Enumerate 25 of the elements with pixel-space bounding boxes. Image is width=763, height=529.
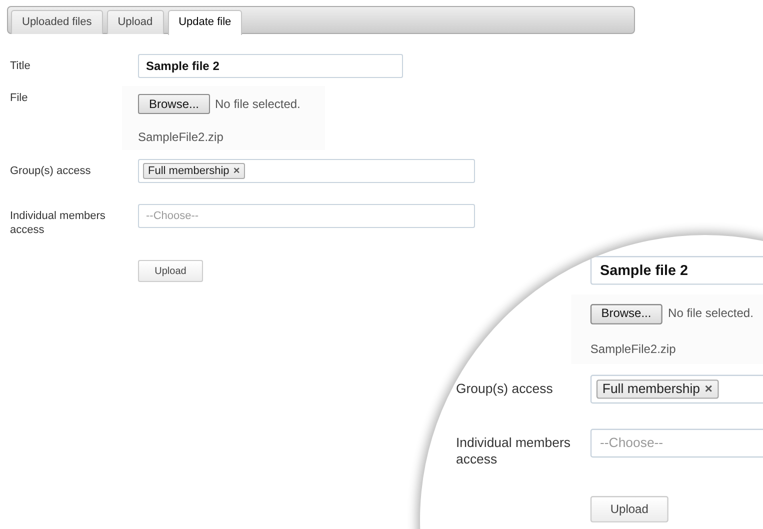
upload-button[interactable]: Upload bbox=[590, 496, 668, 522]
field-label: Individual members access bbox=[10, 209, 106, 237]
field-label: Title bbox=[10, 59, 32, 73]
tag-text: Full membership bbox=[148, 165, 230, 177]
title-field[interactable]: Sample file 2 bbox=[138, 54, 403, 78]
file-status: No file selected. bbox=[668, 308, 754, 321]
tab[interactable]: Update file bbox=[168, 10, 242, 35]
group-access-field[interactable]: Full membership × bbox=[138, 159, 475, 183]
title-field[interactable]: Sample file 2 bbox=[590, 256, 763, 285]
file-status: No file selected. bbox=[215, 97, 300, 111]
browse-button[interactable]: Browse... bbox=[138, 94, 210, 114]
tag-remove-button[interactable]: × bbox=[233, 165, 240, 177]
browse-button[interactable]: Browse... bbox=[590, 304, 662, 324]
tag-text: Full membership bbox=[602, 382, 700, 396]
upload-button[interactable]: Upload bbox=[138, 260, 203, 282]
field-label: Group(s) access bbox=[10, 164, 92, 178]
field-label: File bbox=[10, 91, 29, 105]
group-access-field[interactable]: Full membership × bbox=[590, 374, 763, 404]
tab[interactable]: Uploaded files bbox=[11, 10, 103, 34]
field-label: Individual members access bbox=[456, 435, 572, 468]
current-file-name: SampleFile2.zip bbox=[138, 130, 224, 144]
tag-remove-button[interactable]: × bbox=[704, 382, 712, 396]
tab[interactable]: Upload bbox=[106, 10, 164, 34]
current-file-name: SampleFile2.zip bbox=[590, 344, 677, 357]
field-label: Group(s) access bbox=[456, 381, 554, 398]
